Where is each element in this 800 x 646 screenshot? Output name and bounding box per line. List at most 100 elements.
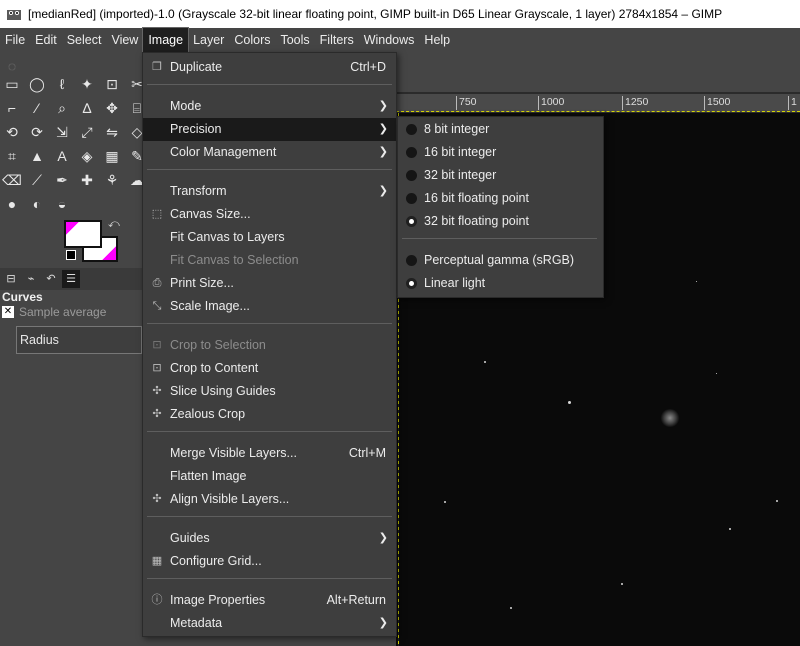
menu-mode[interactable]: Mode ❯	[143, 95, 396, 118]
menubar: File Edit Select View Image Layer Colors…	[0, 27, 800, 53]
airbrush-icon[interactable]: ⟋	[27, 170, 47, 190]
crop-to-content-icon: ⊡	[152, 362, 162, 374]
move-icon[interactable]: ✥	[102, 98, 122, 118]
undo-history-tab-icon[interactable]: ↶	[42, 270, 60, 288]
zoom-icon[interactable]: ⌕	[52, 98, 72, 118]
paths-icon[interactable]: ⌐	[2, 98, 22, 118]
precision-16bit-integer[interactable]: 16 bit integer	[398, 141, 603, 164]
gradient-icon[interactable]: ▦	[102, 146, 122, 166]
ruler-tick-1000: 1000	[538, 96, 564, 110]
bucket-fill-icon[interactable]: ◈	[77, 146, 97, 166]
menu-print-size[interactable]: ⎙ Print Size...	[143, 272, 396, 295]
flip-icon[interactable]: ⇋	[102, 122, 122, 142]
menu-tools[interactable]: Tools	[275, 28, 314, 52]
text-icon[interactable]: A	[52, 146, 72, 166]
menu-separator	[147, 516, 392, 517]
ruler-tick-1750: 1	[788, 96, 797, 110]
menu-edit[interactable]: Edit	[30, 28, 62, 52]
merge-visible-shortcut: Ctrl+M	[348, 446, 386, 460]
shear-icon[interactable]: ⇲	[52, 122, 72, 142]
swap-colors-icon[interactable]: ⤺	[108, 218, 120, 231]
horizontal-ruler[interactable]: 750 1000 1250 1500 1	[396, 94, 800, 112]
menu-flatten-image[interactable]: Flatten Image	[143, 465, 396, 488]
rect-select-icon[interactable]: ▭	[2, 74, 22, 94]
ellipse-select-icon[interactable]: ◯	[27, 74, 47, 94]
menu-canvas-size[interactable]: ⬚ Canvas Size...	[143, 203, 396, 226]
menu-image-properties[interactable]: ⓘ Image Properties Alt+Return	[143, 589, 396, 612]
menu-duplicate[interactable]: ❐ Duplicate Ctrl+D	[143, 56, 396, 79]
heal-icon[interactable]: ✚	[77, 170, 97, 190]
align-plugin-icon: ✣	[152, 493, 162, 505]
menu-filters[interactable]: Filters	[315, 28, 359, 52]
crop-icon[interactable]: ⊡	[102, 74, 122, 94]
menu-slice-using-guides[interactable]: ✣ Slice Using Guides	[143, 380, 396, 403]
menu-merge-visible-layers[interactable]: Merge Visible Layers... Ctrl+M	[143, 442, 396, 465]
radio-selected-icon	[406, 216, 417, 227]
device-status-tab-icon[interactable]: ⌁	[22, 270, 40, 288]
precision-32bit-integer[interactable]: 32 bit integer	[398, 164, 603, 187]
precision-32bit-floating-point[interactable]: 32 bit floating point	[398, 210, 603, 233]
scale-icon[interactable]: ⤢	[77, 122, 97, 142]
radius-field[interactable]: Radius	[16, 326, 142, 354]
blur-icon[interactable]: ●	[2, 194, 22, 214]
tool-options-tab-icon[interactable]: ⊟	[2, 270, 20, 288]
dock-tabs: ⊟ ⌁ ↶ ☰	[0, 268, 142, 290]
precision-linear-light[interactable]: Linear light	[398, 272, 603, 295]
images-tab-icon[interactable]: ☰	[62, 270, 80, 288]
transform-icon[interactable]: ⟲	[2, 122, 22, 142]
sample-average-row[interactable]: ✕ Sample average	[2, 305, 106, 319]
menu-colors[interactable]: Colors	[229, 28, 275, 52]
menu-guides[interactable]: Guides ❯	[143, 527, 396, 550]
menu-configure-grid[interactable]: ▦ Configure Grid...	[143, 550, 396, 573]
mypaint-brush-icon[interactable]: ◒	[52, 194, 72, 214]
menu-scale-image[interactable]: ⤡ Scale Image...	[143, 295, 396, 318]
clone-icon[interactable]: ⚘	[102, 170, 122, 190]
menu-separator	[147, 84, 392, 85]
sample-average-checkbox[interactable]: ✕	[2, 306, 14, 318]
color-picker-icon[interactable]: ⁄	[27, 98, 47, 118]
menu-fit-canvas-to-layers[interactable]: Fit Canvas to Layers	[143, 226, 396, 249]
warp-icon[interactable]: ▲	[27, 146, 47, 166]
menu-select[interactable]: Select	[62, 28, 107, 52]
info-icon: ⓘ	[151, 594, 163, 606]
precision-16bit-floating-point[interactable]: 16 bit floating point	[398, 187, 603, 210]
menu-layer[interactable]: Layer	[188, 28, 229, 52]
menu-separator	[147, 169, 392, 170]
menu-align-visible-layers[interactable]: ✣ Align Visible Layers...	[143, 488, 396, 511]
fg-bg-colors[interactable]: ⤺	[64, 218, 120, 264]
menu-crop-to-content[interactable]: ⊡ Crop to Content	[143, 357, 396, 380]
slice-plugin-icon: ✣	[152, 385, 162, 397]
eraser-icon[interactable]: ⌫	[2, 170, 22, 190]
menu-file[interactable]: File	[0, 28, 30, 52]
star	[484, 361, 486, 363]
menu-fit-canvas-to-selection: Fit Canvas to Selection	[170, 253, 299, 267]
default-colors-icon[interactable]	[66, 250, 76, 260]
menu-image[interactable]: Image	[142, 27, 190, 53]
cage-icon[interactable]: ⌗	[2, 146, 22, 166]
grid-icon: ▦	[151, 555, 163, 567]
precision-8bit-integer[interactable]: 8 bit integer	[398, 118, 603, 141]
star	[716, 373, 717, 374]
menu-zealous-crop[interactable]: ✣ Zealous Crop	[143, 403, 396, 426]
ink-icon[interactable]: ✒	[52, 170, 72, 190]
radio-icon	[406, 193, 417, 204]
menu-view[interactable]: View	[106, 28, 143, 52]
duplicate-icon: ❐	[152, 61, 162, 73]
radio-selected-icon	[406, 278, 417, 289]
menu-precision[interactable]: Precision ❯	[143, 118, 396, 141]
menu-transform[interactable]: Transform ❯	[143, 180, 396, 203]
menu-help[interactable]: Help	[419, 28, 455, 52]
free-select-icon[interactable]: ℓ	[52, 74, 72, 94]
crop-to-selection-icon: ⊡	[152, 339, 162, 351]
menu-color-management[interactable]: Color Management ❯	[143, 141, 396, 164]
precision-perceptual-gamma[interactable]: Perceptual gamma (sRGB)	[398, 249, 603, 272]
foreground-color-swatch[interactable]	[64, 220, 102, 248]
menu-windows[interactable]: Windows	[359, 28, 420, 52]
radio-icon	[406, 124, 417, 135]
dodge-burn-icon[interactable]: ◐	[27, 194, 47, 214]
radio-icon	[406, 255, 417, 266]
menu-metadata[interactable]: Metadata ❯	[143, 612, 396, 635]
measure-icon[interactable]: ∆	[77, 98, 97, 118]
fuzzy-select-icon[interactable]: ✦	[77, 74, 97, 94]
rotate-icon[interactable]: ⟳	[27, 122, 47, 142]
